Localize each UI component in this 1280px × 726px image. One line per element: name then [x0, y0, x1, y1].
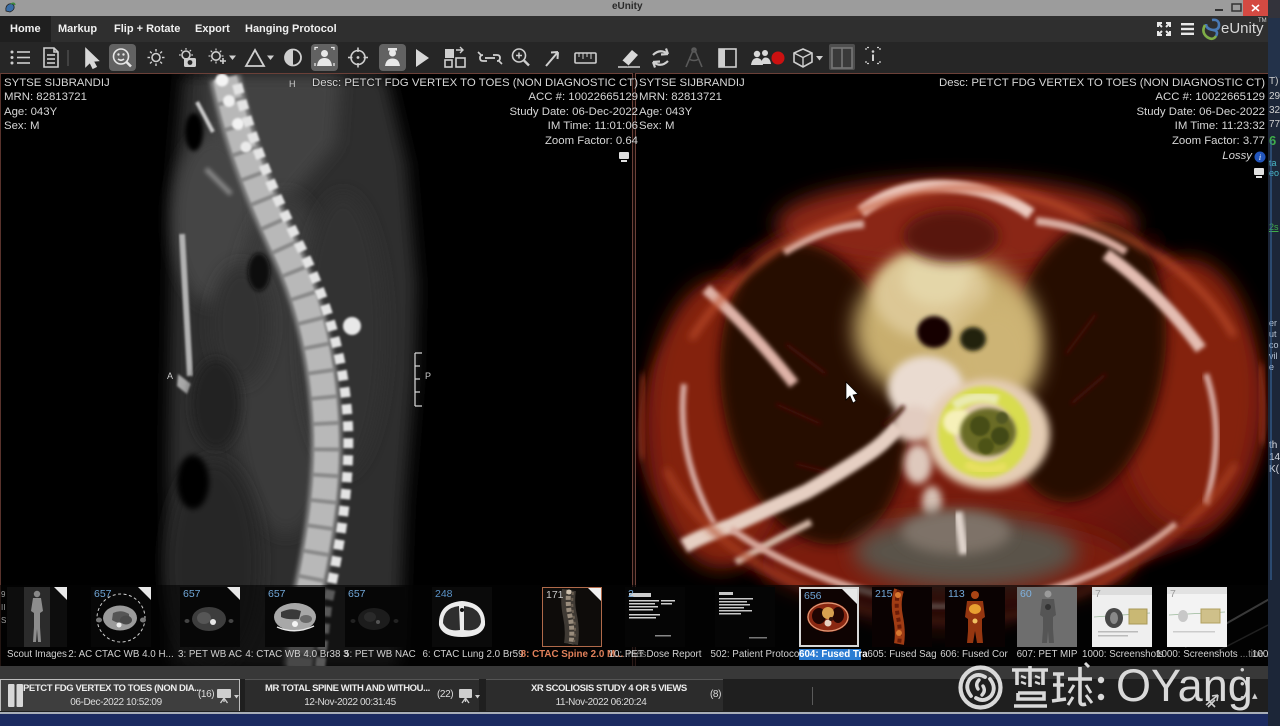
svg-text:i: i — [1259, 153, 1261, 162]
svg-text:P: P — [425, 371, 431, 381]
svg-text:A: A — [167, 371, 173, 381]
svg-text:H: H — [289, 79, 296, 89]
